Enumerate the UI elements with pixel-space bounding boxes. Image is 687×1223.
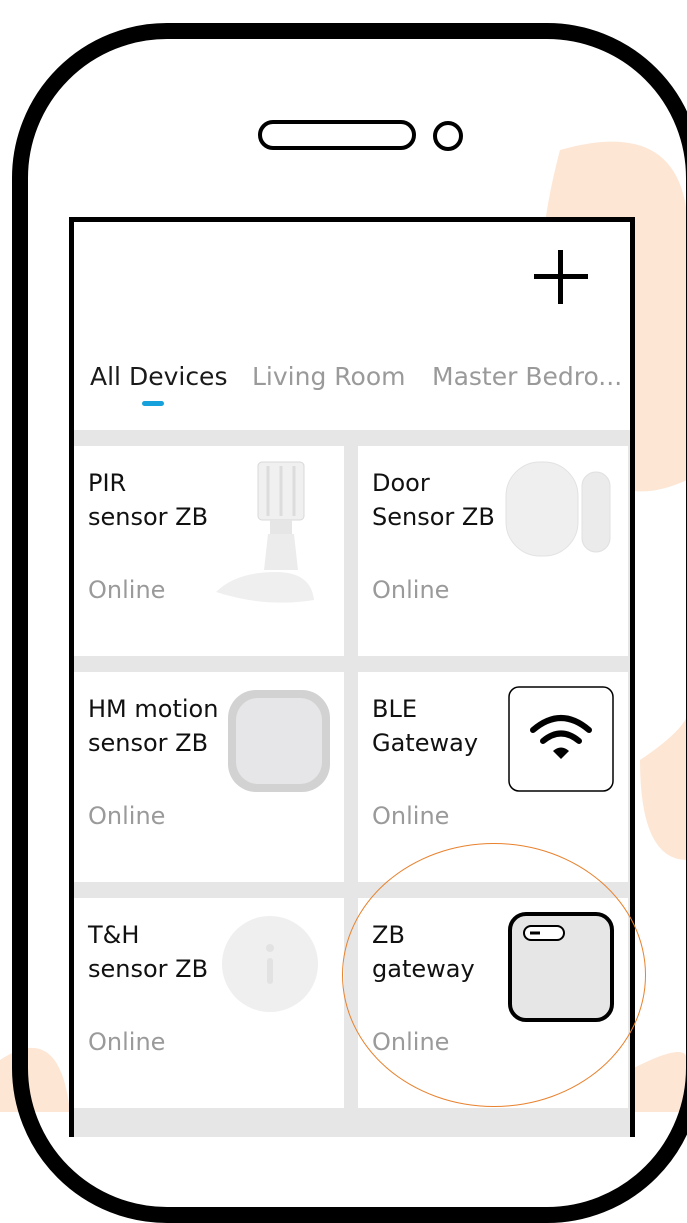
device-name: Door Sensor ZB (372, 469, 495, 531)
tab-all-devices[interactable]: All Devices (90, 362, 227, 391)
door-sensor-image (505, 461, 611, 557)
device-card[interactable]: BLE Gateway Online (358, 672, 628, 882)
app-header: All Devices Living Room Master Bedro... (74, 222, 630, 430)
device-status: Online (88, 802, 166, 830)
device-card[interactable]: Door Sensor ZB Online (358, 446, 628, 656)
app-screen: All Devices Living Room Master Bedro... … (69, 217, 635, 1137)
motion-sensor-image (228, 690, 330, 792)
device-card[interactable]: T&H sensor ZB Online (74, 898, 344, 1108)
device-name: ZB gateway (372, 921, 475, 983)
device-card[interactable]: ZB gateway Online (358, 898, 628, 1108)
device-name: BLE Gateway (372, 695, 479, 757)
wifi-icon (508, 686, 614, 792)
device-status: Online (372, 802, 450, 830)
device-status: Online (88, 1028, 166, 1056)
active-tab-indicator (142, 401, 164, 406)
tab-master-bedroom[interactable]: Master Bedro... (432, 362, 622, 391)
zb-gateway-image (508, 912, 614, 1022)
device-status: Online (372, 576, 450, 604)
device-card[interactable]: HM motion sensor ZB Online (74, 672, 344, 882)
device-card[interactable]: PIR sensor ZB Online (74, 446, 344, 656)
device-name: T&H sensor ZB (88, 921, 209, 983)
pir-sensor-image (216, 461, 314, 603)
th-sensor-image (222, 916, 318, 1012)
phone-speaker (258, 120, 416, 150)
device-status: Online (88, 576, 166, 604)
device-status: Online (372, 1028, 450, 1056)
tab-living-room[interactable]: Living Room (252, 362, 405, 391)
device-name: HM motion sensor ZB (88, 695, 219, 757)
device-name: PIR sensor ZB (88, 469, 209, 531)
phone-camera (433, 121, 463, 151)
add-device-button[interactable] (534, 250, 588, 304)
